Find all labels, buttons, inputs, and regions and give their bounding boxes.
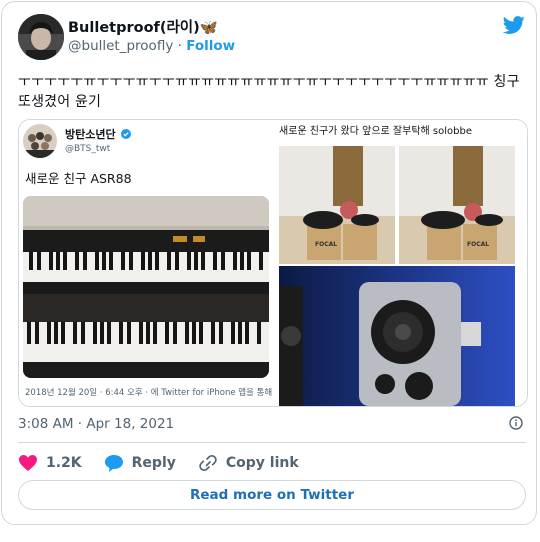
tweet-text: ㅜㅜㅜㅜㅜㅠㅜㅜㅜㅠㅜㅜㅠㅠㅠㅠㅠㅠㅠㅠㅠㅜㅠㅜㅜㅜㅜㅜㅜㅜㅜㅠㅠㅠㅠㅠ 칭구 … (18, 74, 520, 110)
tweet-timestamp[interactable]: 3:08 AM · Apr 18, 2021 (18, 416, 174, 432)
read-more-button[interactable]: Read more on Twitter (18, 480, 526, 510)
reply-label: Reply (131, 455, 176, 471)
unboxing-photo-2[interactable]: FOCAL (399, 146, 515, 264)
verified-badge-icon (121, 129, 132, 139)
tweet-card: Bulletproof(라이)🦋 @bullet_proofly · Follo… (1, 1, 537, 525)
twitter-bird-icon[interactable] (502, 14, 526, 36)
tweet-media[interactable]: 방탄소년단 @BTS_twt 새로운 친구 ASR88 2018년 12월 20… (18, 119, 528, 407)
box-brand-label-1: FOCAL (315, 241, 337, 248)
action-bar: 1.2K Reply Copy link (18, 452, 321, 474)
media-right-panel[interactable]: 새로운 친구가 왔다 앞으로 잘부탁해 solobbe FOCAL FOCAL (277, 120, 527, 406)
quoted-account-name: 방탄소년단 (65, 126, 132, 142)
reply-bubble-icon (104, 455, 123, 472)
copy-link-button[interactable]: Copy link (198, 454, 299, 472)
author-handle-line: @bullet_proofly · Follow (68, 38, 235, 54)
handle-separator: · (177, 38, 182, 54)
like-button[interactable]: 1.2K (18, 454, 82, 472)
speaker-photo[interactable] (279, 266, 515, 406)
unboxing-photo-1[interactable]: FOCAL (279, 146, 395, 264)
quoted-account-handle: @BTS_twt (65, 144, 111, 154)
follow-link[interactable]: Follow (186, 38, 235, 54)
quoted-footer: 2018년 12월 20일 · 6:44 오후 · 에 Twitter for … (25, 388, 273, 398)
quoted-caption-left: 새로운 친구 ASR88 (25, 171, 132, 186)
info-icon[interactable] (509, 416, 523, 430)
quoted-avatar (23, 124, 57, 158)
author-handle[interactable]: @bullet_proofly (68, 38, 173, 54)
heart-icon (19, 455, 37, 471)
media-left-panel[interactable]: 방탄소년단 @BTS_twt 새로운 친구 ASR88 2018년 12월 20… (19, 120, 275, 406)
divider (18, 442, 526, 443)
read-more-label: Read more on Twitter (189, 487, 354, 503)
reply-button[interactable]: Reply (104, 454, 176, 472)
author-avatar[interactable] (18, 14, 64, 60)
link-icon (199, 454, 217, 472)
box-brand-label-2: FOCAL (467, 241, 489, 248)
author-name[interactable]: Bulletproof(라이)🦋 (68, 16, 218, 37)
copy-link-label: Copy link (225, 455, 299, 471)
piano-photo[interactable] (23, 196, 269, 378)
quoted-caption-right: 새로운 친구가 왔다 앞으로 잘부탁해 solobbe (279, 126, 472, 137)
like-count: 1.2K (46, 455, 82, 471)
